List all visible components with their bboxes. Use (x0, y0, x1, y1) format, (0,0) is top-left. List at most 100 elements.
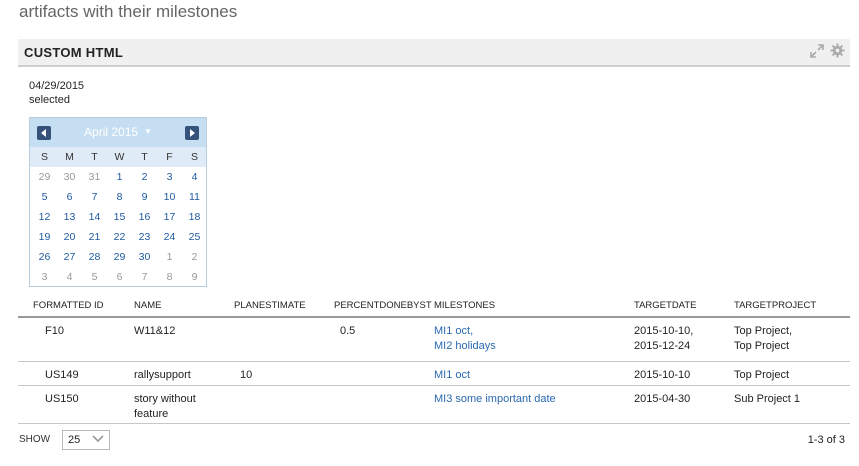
calendar-day[interactable]: 26 (32, 247, 57, 267)
calendar-week-row: 3456789 (32, 267, 207, 287)
artifacts-grid: FORMATTED ID NAME PLANESTIMATE PERCENTDONEB… (18, 294, 850, 424)
calendar-day[interactable]: 9 (182, 267, 207, 287)
page-size-value: 25 (68, 434, 81, 446)
milestone-link[interactable]: MI3 some important date (434, 392, 634, 407)
target-date-cell: 2015-12-24 (634, 340, 691, 352)
calendar-day[interactable]: 25 (182, 227, 207, 247)
calendar-day[interactable]: 6 (107, 267, 132, 287)
calendar-day[interactable]: 16 (132, 207, 157, 227)
calendar-day[interactable]: 29 (32, 167, 57, 187)
formatted-id-cell: F10 (45, 325, 64, 337)
weekday-header: T (91, 151, 98, 163)
expand-icon[interactable] (810, 44, 824, 58)
month-picker[interactable]: April 2015 ▼ (30, 125, 206, 139)
weekday-header: W (114, 151, 125, 163)
name-cell: story without (134, 392, 196, 405)
calendar-day[interactable]: 12 (32, 207, 57, 227)
calendar-grid: S M T W T F S 29 30 31 1 2 3 4 5 6 7 8 9 10 11 12 13 14 15 16 17 18… (32, 147, 207, 287)
milestone-link[interactable]: MI1 oct, (434, 324, 634, 339)
calendar-day[interactable]: 2 (182, 247, 207, 267)
calendar-day[interactable]: 8 (157, 267, 182, 287)
selected-date-value: 04/29/2015 (29, 80, 85, 92)
calendar-day[interactable]: 9 (132, 187, 157, 207)
calendar-day[interactable]: 1 (157, 247, 182, 267)
calendar-day[interactable]: 22 (107, 227, 132, 247)
calendar-day[interactable]: 23 (132, 227, 157, 247)
grid-header-row: FORMATTED ID NAME PLANESTIMATE PERCENTDONEB… (18, 294, 850, 318)
calendar-day[interactable]: 4 (57, 267, 82, 287)
target-date-cell: 2015-10-10, (634, 325, 694, 337)
calendar-week-row: 19 20 21 22 23 24 25 (32, 227, 207, 247)
calendar-day[interactable]: 5 (82, 267, 107, 287)
calendar-day[interactable]: 10 (157, 187, 182, 207)
next-month-button[interactable] (185, 126, 199, 140)
calendar-day[interactable]: 5 (32, 187, 57, 207)
panel-header: CUSTOM HTML (18, 39, 850, 67)
calendar-day[interactable]: 21 (82, 227, 107, 247)
calendar-day[interactable]: 7 (82, 187, 107, 207)
page-title: artifacts with their milestones (19, 2, 238, 21)
column-header[interactable]: PLANESTIMATE (234, 294, 334, 318)
plan-estimate-cell: 10 (240, 368, 253, 381)
calendar-day[interactable]: 8 (107, 187, 132, 207)
page-size-select[interactable]: 25 (62, 430, 110, 450)
target-project-cell: Top Project (734, 340, 790, 352)
calendar-day[interactable]: 6 (57, 187, 82, 207)
calendar-day[interactable]: 20 (57, 227, 82, 247)
panel-title: CUSTOM HTML (24, 45, 124, 60)
gear-icon[interactable] (830, 43, 845, 58)
column-header[interactable]: NAME (134, 294, 234, 318)
calendar-day[interactable]: 11 (182, 187, 207, 207)
paging-info: 1-3 of 3 (807, 434, 845, 446)
weekday-header: M (65, 151, 74, 163)
column-header[interactable]: PERCENTDONEBYST (334, 294, 434, 318)
column-header[interactable]: FORMATTED ID (33, 294, 134, 318)
calendar-day[interactable]: 27 (57, 247, 82, 267)
calendar-day[interactable]: 3 (32, 267, 57, 287)
weekday-header: F (166, 151, 173, 163)
calendar-day[interactable]: 1 (107, 167, 132, 187)
calendar-day[interactable]: 2 (132, 167, 157, 187)
calendar-day[interactable]: 14 (82, 207, 107, 227)
name-cell: W11&12 (134, 325, 176, 337)
calendar-week-row: 12 13 14 15 16 17 18 (32, 207, 207, 227)
calendar-day[interactable]: 29 (107, 247, 132, 267)
calendar-week-row: 29 30 31 1 2 3 4 (32, 167, 207, 187)
calendar-day[interactable]: 7 (132, 267, 157, 287)
formatted-id-cell: US149 (45, 368, 79, 381)
weekday-header: T (141, 151, 148, 163)
calendar-day[interactable]: 30 (57, 167, 82, 187)
milestone-link[interactable]: MI2 holidays (434, 339, 634, 354)
target-project-cell: Sub Project 1 (734, 392, 801, 405)
calendar-day[interactable]: 31 (82, 167, 107, 187)
calendar-day[interactable]: 17 (157, 207, 182, 227)
table-row: F10 W11&12 0.5 MI1 oct, MI2 holidays 2015-10-… (18, 317, 850, 362)
calendar-day[interactable]: 13 (57, 207, 82, 227)
calendar-day[interactable]: 18 (182, 207, 207, 227)
selected-date-status: selected (29, 94, 70, 106)
table-row: US150 story without feature MI3 some import… (18, 385, 850, 424)
column-header[interactable]: TARGETDATE (634, 294, 734, 318)
calendar-week-row: 5 6 7 8 9 10 11 (32, 187, 207, 207)
calendar-weekday-row: SMTWTFS (32, 147, 207, 167)
weekday-header: S (190, 151, 198, 163)
chevron-down-icon (92, 435, 104, 443)
calendar-day[interactable]: 15 (107, 207, 132, 227)
column-header[interactable]: MILESTONES (434, 294, 634, 318)
weekday-header: S (40, 151, 48, 163)
calendar-day[interactable]: 3 (157, 167, 182, 187)
calendar-week-row: 26 27 28 29 30 1 2 (32, 247, 207, 267)
calendar-day[interactable]: 28 (82, 247, 107, 267)
milestone-link[interactable]: MI1 oct (434, 368, 634, 383)
calendar-day[interactable]: 30 (132, 247, 157, 267)
arrow-right-icon (190, 129, 195, 137)
name-cell: feature (134, 407, 169, 420)
calendar-day[interactable]: 4 (182, 167, 207, 187)
column-header[interactable]: TARGETPROJECT (734, 294, 850, 318)
show-label: SHOW (19, 434, 51, 445)
table-row: US149 rallysupport 10 MI1 oct 2015-10-10 Top … (18, 361, 850, 386)
date-picker-calendar: April 2015 ▼ S M T W T F S 29 30 31 1 2 3 4 5 6 7 8 9 10 11 12… (29, 117, 207, 287)
percent-done-cell: 0.5 (340, 325, 356, 337)
calendar-day[interactable]: 19 (32, 227, 57, 247)
calendar-day[interactable]: 24 (157, 227, 182, 247)
